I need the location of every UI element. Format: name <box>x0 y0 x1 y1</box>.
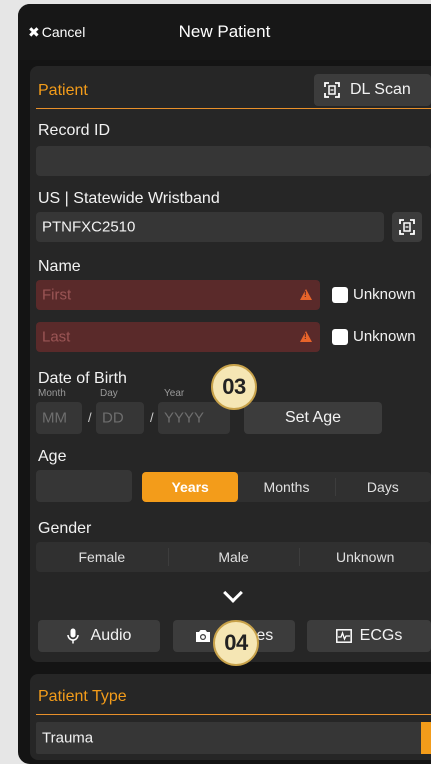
ecgs-label: ECGs <box>359 627 403 644</box>
dob-month-placeholder: MM <box>42 409 67 427</box>
dob-year-label: Year <box>164 388 185 399</box>
audio-label: Audio <box>90 627 132 644</box>
set-age-button[interactable]: Set Age <box>244 402 382 434</box>
age-unit-years[interactable]: Years <box>142 472 239 502</box>
gender-unknown[interactable]: Unknown <box>299 542 431 572</box>
dob-day-label: Day <box>100 388 118 399</box>
warning-icon <box>300 289 312 300</box>
age-label: Age <box>38 448 67 465</box>
ecg-icon <box>335 627 352 645</box>
wristband-label: US | Statewide Wristband <box>38 190 220 207</box>
section-divider <box>36 714 431 715</box>
first-name-placeholder: First <box>42 286 72 304</box>
first-unknown-label: Unknown <box>353 286 416 303</box>
callout-badge-03: 03 <box>211 364 257 410</box>
age-unit-days[interactable]: Days <box>334 472 431 502</box>
dob-year-input[interactable]: YYYY <box>158 402 230 434</box>
wristband-value: PTNFXC2510 <box>42 218 136 236</box>
name-label: Name <box>38 258 81 275</box>
patient-type-select[interactable]: Trauma <box>36 722 431 754</box>
age-unit-selector: Years Months Days <box>142 472 431 502</box>
record-id-label: Record ID <box>38 122 111 139</box>
chevron-down-icon[interactable] <box>223 583 243 603</box>
gender-selector: Female Male Unknown <box>36 542 431 572</box>
dl-scan-button[interactable]: DL Scan <box>314 74 431 106</box>
dob-month-label: Month <box>38 388 66 399</box>
dropdown-arrow-icon <box>421 722 431 754</box>
dl-scan-label: DL Scan <box>350 81 411 98</box>
record-id-input[interactable] <box>36 146 431 176</box>
gender-male[interactable]: Male <box>167 542 300 572</box>
audio-button[interactable]: Audio <box>38 620 160 652</box>
section-divider <box>36 108 431 109</box>
gender-label: Gender <box>38 520 92 537</box>
dob-label: Date of Birth <box>38 370 127 387</box>
first-name-input[interactable]: First <box>36 280 320 310</box>
last-unknown-label: Unknown <box>353 328 416 345</box>
callout-badge-04: 04 <box>213 620 259 666</box>
wristband-scan-button[interactable] <box>392 212 422 242</box>
camera-icon <box>195 627 211 645</box>
scan-icon <box>324 81 340 99</box>
warning-icon <box>300 331 312 342</box>
last-unknown-checkbox[interactable] <box>332 329 348 345</box>
page-title: New Patient <box>178 22 271 41</box>
dob-separator: / <box>88 410 92 425</box>
dob-day-placeholder: DD <box>102 409 124 427</box>
wristband-input[interactable]: PTNFXC2510 <box>36 212 384 242</box>
patient-section-title: Patient <box>38 82 88 99</box>
last-name-input[interactable]: Last <box>36 322 320 352</box>
ecgs-button[interactable]: ECGs <box>307 620 431 652</box>
dob-month-input[interactable]: MM <box>36 402 82 434</box>
patient-type-value: Trauma <box>42 729 94 747</box>
dob-day-input[interactable]: DD <box>96 402 144 434</box>
dob-year-placeholder: YYYY <box>164 409 205 427</box>
patient-type-title: Patient Type <box>38 688 127 705</box>
nav-header: ✖ Cancel New Patient <box>18 4 431 60</box>
age-input[interactable] <box>36 470 132 502</box>
age-unit-months[interactable]: Months <box>238 472 334 502</box>
last-name-placeholder: Last <box>42 328 71 346</box>
scan-icon <box>399 218 415 236</box>
gender-female[interactable]: Female <box>36 542 168 572</box>
first-unknown-checkbox[interactable] <box>332 287 348 303</box>
microphone-icon <box>66 627 79 645</box>
dob-separator: / <box>150 410 154 425</box>
